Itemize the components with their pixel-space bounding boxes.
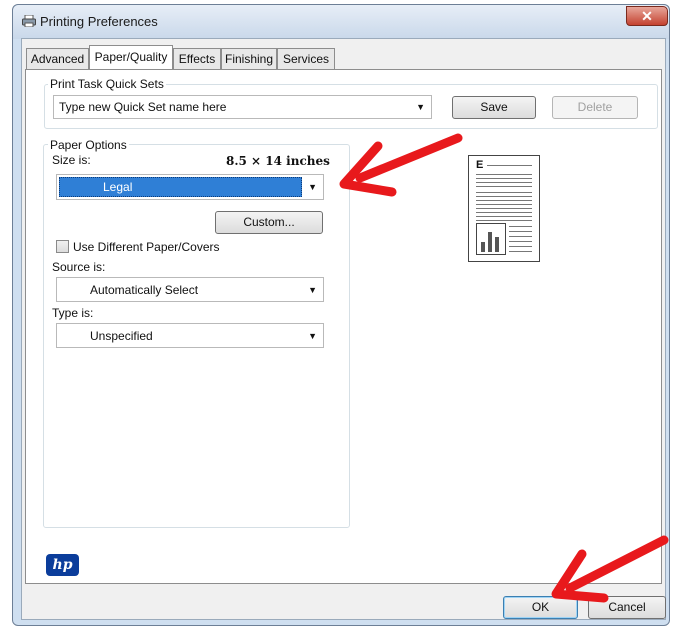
paper-preview: E [468,155,540,262]
delete-button[interactable]: Delete [552,96,638,119]
tab-advanced[interactable]: Advanced [26,48,89,69]
paper-options-label: Paper Options [48,138,129,152]
size-label: Size is: [52,153,91,167]
annotation-arrow [339,133,463,197]
paper-size-value: Legal [103,180,133,194]
quick-set-name-combo[interactable]: Type new Quick Set name here ▼ [53,95,432,119]
dropdown-arrow-icon: ▼ [308,182,317,192]
dropdown-arrow-icon: ▼ [416,102,425,112]
paper-source-combo[interactable]: Automatically Select ▼ [56,277,324,302]
close-icon[interactable]: ✕ [626,6,668,26]
type-label: Type is: [52,306,94,320]
use-different-paper-checkbox[interactable] [56,240,69,253]
quick-set-name-value: Type new Quick Set name here [59,100,227,114]
tab-services[interactable]: Services [277,48,335,69]
paper-type-combo[interactable]: Unspecified ▼ [56,323,324,348]
paper-type-value: Unspecified [90,329,153,343]
paper-size-selection [59,177,302,197]
hp-logo: hp [46,554,79,576]
paper-source-value: Automatically Select [90,283,199,297]
preview-heading-letter: E [476,159,484,171]
source-label: Source is: [52,260,106,274]
save-button[interactable]: Save [452,96,536,119]
size-dimensions: 8.5 × 14 inches [226,154,330,168]
use-different-paper-label: Use Different Paper/Covers [73,240,220,254]
tab-finishing[interactable]: Finishing [221,48,277,69]
annotation-arrow [551,535,669,603]
dropdown-arrow-icon: ▼ [308,284,317,295]
preview-chart-icon [476,223,506,255]
dropdown-arrow-icon: ▼ [308,330,317,341]
quick-sets-label: Print Task Quick Sets [48,77,166,91]
tab-effects[interactable]: Effects [173,48,221,69]
paper-size-combo[interactable]: Legal ▼ [56,174,324,200]
custom-size-button[interactable]: Custom... [215,211,323,234]
printer-icon [22,15,36,27]
tab-paper-quality[interactable]: Paper/Quality [89,45,173,70]
window-title: Printing Preferences [40,14,158,29]
